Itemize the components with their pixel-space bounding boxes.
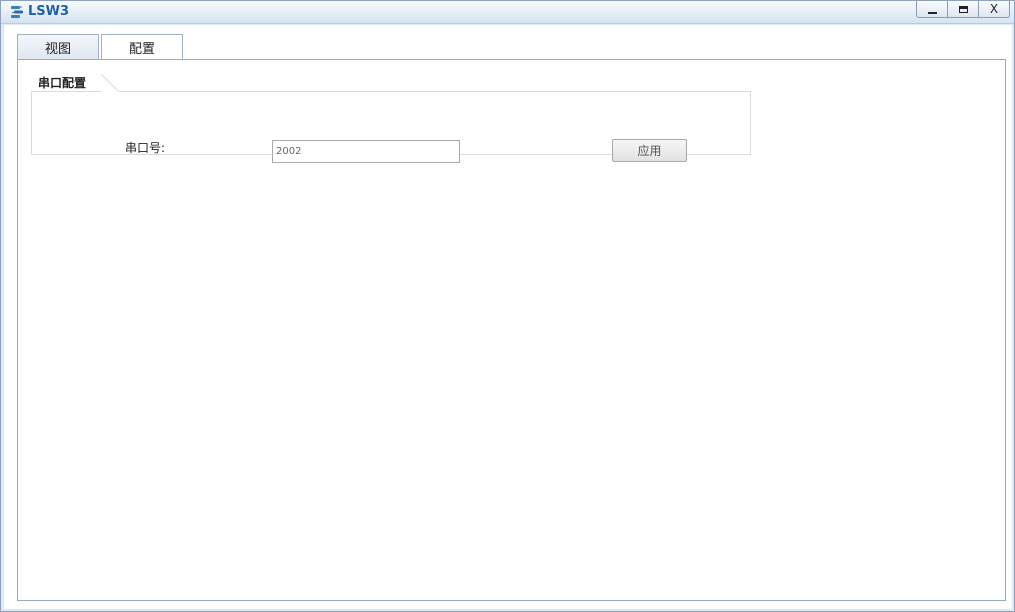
tab-bar: 视图 配置 xyxy=(17,34,185,60)
close-icon: X xyxy=(989,2,999,16)
serial-port-input[interactable] xyxy=(272,140,460,163)
tab-view[interactable]: 视图 xyxy=(17,34,99,59)
minimize-button[interactable] xyxy=(916,1,948,18)
minimize-icon xyxy=(917,1,947,17)
window-controls: X xyxy=(916,1,1010,19)
maximize-button[interactable] xyxy=(947,1,979,18)
maximize-icon xyxy=(948,1,978,17)
config-panel: 串口号: 应用 串口配置 xyxy=(17,59,1006,601)
serial-port-label: 串口号: xyxy=(125,141,166,155)
window-title: LSW3 xyxy=(28,4,70,19)
close-button[interactable]: X xyxy=(978,1,1010,18)
switch-icon xyxy=(9,4,25,20)
tab-config[interactable]: 配置 xyxy=(101,34,183,60)
title-bar[interactable]: LSW3 X xyxy=(1,1,1014,24)
apply-button[interactable]: 应用 xyxy=(612,139,687,162)
device-window: LSW3 X 视图 配置 串口号: 应用 xyxy=(0,0,1015,612)
client-area: 视图 配置 串口号: 应用 串口配置 xyxy=(4,25,1012,609)
serial-config-group: 串口号: 应用 xyxy=(31,91,751,163)
serial-config-title: 串口配置 xyxy=(38,76,87,90)
group-tab-corner xyxy=(101,74,119,92)
